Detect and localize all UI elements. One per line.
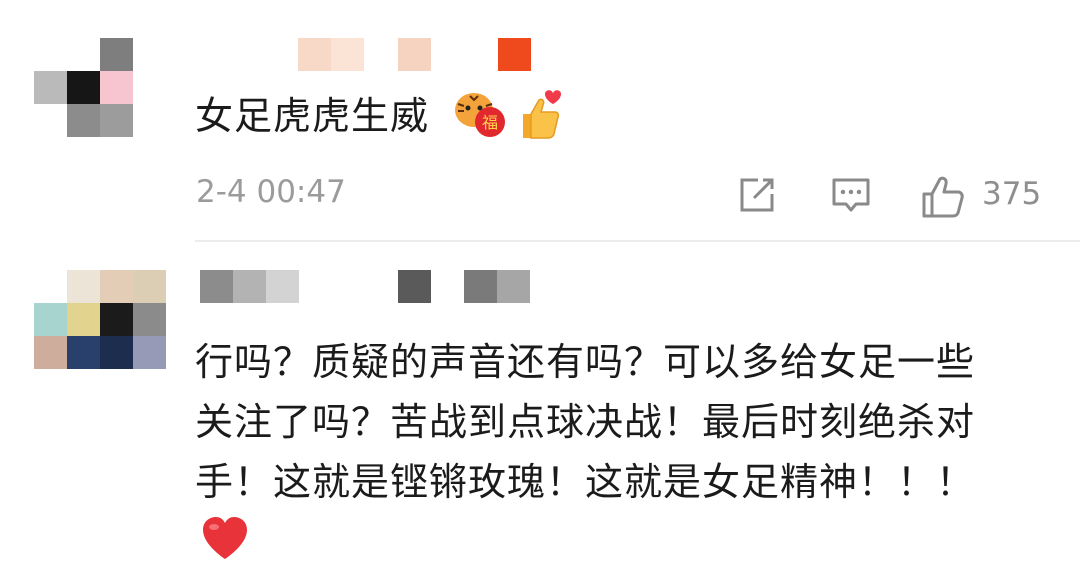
comment-thread: 女足虎虎生威 福 2-4 00:47 375 行吗？质疑的声音还有吗？可以多给女… bbox=[0, 0, 1080, 570]
like-count: 375 bbox=[982, 176, 1042, 212]
timestamp: 2-4 00:47 bbox=[196, 174, 346, 210]
tiger-fu-emoji: 福 bbox=[455, 93, 505, 137]
svg-text:福: 福 bbox=[482, 113, 498, 132]
red-heart-emoji bbox=[203, 517, 247, 559]
comment-actions: 375 bbox=[728, 168, 1068, 224]
divider bbox=[195, 240, 1080, 242]
comment-icon[interactable] bbox=[830, 174, 872, 216]
thumbs-up-heart-emoji bbox=[523, 90, 561, 139]
username[interactable] bbox=[200, 270, 540, 304]
comment-body: 行吗？质疑的声音还有吗？可以多给女足一些 关注了吗？苦战到点球决战！最后时刻绝杀… bbox=[195, 332, 975, 512]
comment-line: 行吗？质疑的声音还有吗？可以多给女足一些 bbox=[195, 340, 976, 384]
username[interactable] bbox=[298, 38, 538, 72]
edit-share-icon[interactable] bbox=[736, 174, 778, 216]
comment-body: 女足虎虎生威 bbox=[195, 94, 430, 138]
comment-line: 手！这就是铿锵玫瑰！这就是女足精神！！！ bbox=[195, 460, 976, 504]
thumbs-up-icon[interactable] bbox=[920, 174, 966, 220]
avatar[interactable] bbox=[34, 270, 166, 380]
comment-line: 关注了吗？苦战到点球决战！最后时刻绝杀对 bbox=[195, 400, 976, 444]
avatar[interactable] bbox=[34, 38, 134, 138]
